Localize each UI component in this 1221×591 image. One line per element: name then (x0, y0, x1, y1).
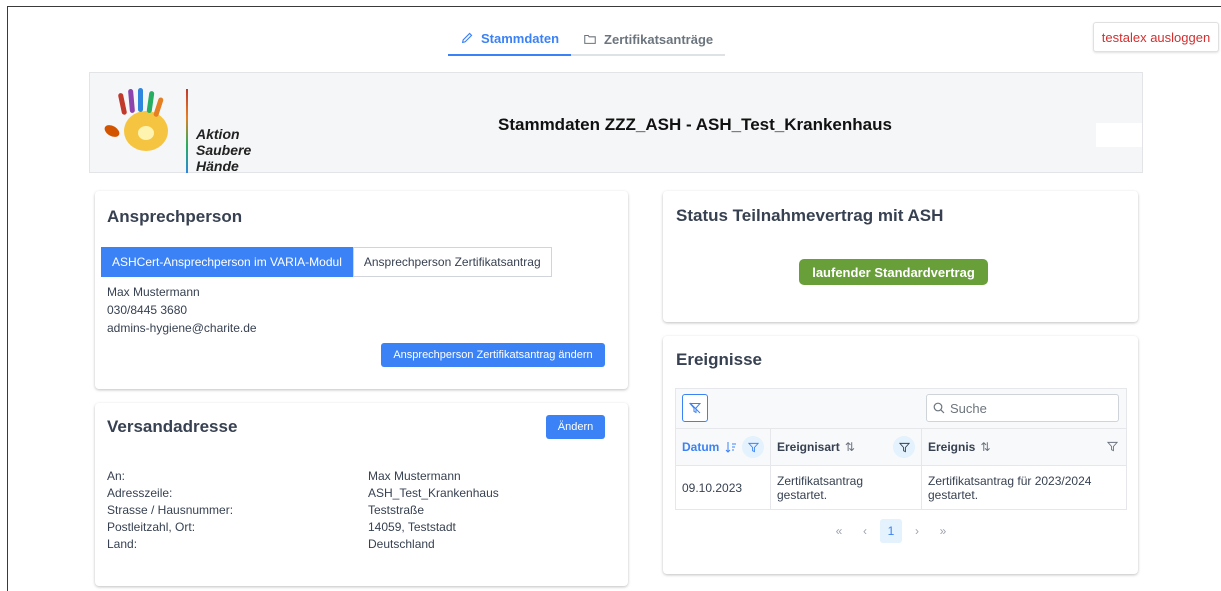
top-tab-bar: Stammdaten Zertifikatsanträge (448, 24, 726, 56)
contact-phone: 030/8445 3680 (107, 303, 188, 317)
events-table: Suche Datum Ereignisart ⇅ Ereignis ⇅ 09.… (675, 388, 1127, 510)
search-input[interactable]: Suche (926, 394, 1119, 422)
events-card: Ereignisse Suche Datum Ereignisart ⇅ Ere… (663, 336, 1138, 574)
page-header: Aktion Saubere Hände Stammdaten ZZZ_ASH … (89, 72, 1143, 174)
filter-icon (898, 442, 910, 452)
cell-event: Zertifikatsantrag für 2023/2024 gestarte… (928, 473, 1092, 502)
next-page-button[interactable]: › (906, 519, 928, 543)
folder-icon (584, 34, 596, 44)
filter-icon (1106, 441, 1119, 452)
address-labels: An: Adresszeile: Strasse / Hausnummer: P… (107, 468, 233, 553)
column-header-ereignis[interactable]: Ereignis ⇅ (922, 429, 1126, 465)
contact-tab-switch: ASHCert-Ansprechperson im VARIA-Modul An… (101, 247, 552, 277)
table-header: Datum Ereignisart ⇅ Ereignis ⇅ (676, 429, 1126, 466)
sort-icon: ⇅ (844, 440, 855, 454)
filter-button[interactable] (893, 436, 915, 458)
contact-name: Max Mustermann (107, 285, 200, 299)
address-label: An: (107, 469, 126, 483)
shipping-card: Versandadresse Ändern An: Adresszeile: S… (95, 403, 628, 586)
status-title: Status Teilnahmevertrag mit ASH (676, 206, 944, 225)
tab-zertifikatsantraege[interactable]: Zertifikatsanträge (571, 24, 725, 54)
address-values: Max Mustermann ASH_Test_Krankenhaus Test… (368, 468, 499, 553)
cell-type: Zertifikatsantrag gestartet. (771, 466, 922, 509)
filter-button[interactable] (742, 436, 764, 458)
logo-text: Aktion Saubere Hände (196, 126, 292, 174)
contact-email: admins-hygiene@charite.de (107, 321, 257, 335)
address-value: 14059, Teststadt (368, 520, 456, 534)
page-button[interactable]: 1 (880, 519, 902, 543)
address-value: Teststraße (368, 503, 425, 517)
pencil-icon (461, 32, 473, 44)
logo-color-bar (186, 89, 188, 173)
tab-stammdaten[interactable]: Stammdaten (448, 24, 572, 56)
address-label: Adresszeile: (107, 486, 173, 500)
column-label: Datum (682, 440, 720, 454)
logo-line-1: Aktion (196, 126, 240, 142)
address-label: Land: (107, 537, 138, 551)
events-title: Ereignisse (676, 350, 762, 369)
address-label: Strasse / Hausnummer: (107, 503, 234, 517)
address-value: ASH_Test_Krankenhaus (368, 486, 499, 500)
contact-title: Ansprechperson (107, 207, 243, 226)
search-icon (933, 402, 945, 414)
logout-button[interactable]: testalex ausloggen (1093, 22, 1219, 52)
edit-address-button[interactable]: Ändern (546, 415, 605, 439)
cell-date: 09.10.2023 (676, 466, 771, 509)
contact-card: Ansprechperson ASHCert-Ansprechperson im… (95, 191, 628, 389)
table-toolbar: Suche (676, 389, 1126, 429)
column-header-datum[interactable]: Datum (676, 429, 771, 465)
sort-desc-icon (725, 442, 737, 453)
hand-logo-icon (104, 88, 168, 151)
first-page-button[interactable]: « (828, 519, 850, 543)
clear-filter-button[interactable] (682, 394, 708, 422)
address-value: Max Mustermann (368, 469, 461, 483)
filter-slash-icon (689, 402, 701, 414)
edit-contact-button[interactable]: Ansprechperson Zertifikatsantrag ändern (381, 343, 605, 367)
search-placeholder: Suche (950, 400, 987, 416)
column-header-ereignisart[interactable]: Ereignisart ⇅ (771, 429, 922, 465)
logo-line-2: Saubere Hände (196, 142, 252, 174)
contact-details: Max Mustermann 030/8445 3680 admins-hygi… (107, 283, 257, 337)
paginator: « ‹ 1 › » (828, 519, 954, 543)
address-label: Postleitzahl, Ort: (107, 520, 196, 534)
filter-button[interactable] (1106, 441, 1119, 455)
page-title: Stammdaten ZZZ_ASH - ASH_Test_Krankenhau… (498, 115, 892, 134)
shipping-title: Versandadresse (107, 417, 238, 436)
column-label: Ereignis (928, 440, 976, 454)
column-label: Ereignisart (777, 440, 840, 454)
header-blank-patch (1096, 123, 1142, 147)
window-frame-top (7, 6, 1221, 7)
tab-certificate-contact[interactable]: Ansprechperson Zertifikatsantrag (352, 247, 552, 277)
filter-icon (747, 442, 759, 452)
sort-icon: ⇅ (980, 440, 991, 454)
table-row[interactable]: 09.10.2023 Zertifikatsantrag gestartet. … (676, 466, 1126, 509)
tab-label: Stammdaten (481, 30, 560, 46)
address-value: Deutschland (368, 537, 435, 551)
window-frame-left (7, 6, 8, 591)
tab-varia-contact[interactable]: ASHCert-Ansprechperson im VARIA-Modul (101, 247, 353, 277)
status-card: Status Teilnahmevertrag mit ASH laufende… (663, 191, 1138, 322)
tab-label: Zertifikatsanträge (604, 31, 714, 47)
last-page-button[interactable]: » (932, 519, 954, 543)
aktion-saubere-haende-logo: Aktion Saubere Hände (102, 85, 292, 174)
prev-page-button[interactable]: ‹ (854, 519, 876, 543)
status-badge: laufender Standardvertrag (799, 259, 988, 285)
